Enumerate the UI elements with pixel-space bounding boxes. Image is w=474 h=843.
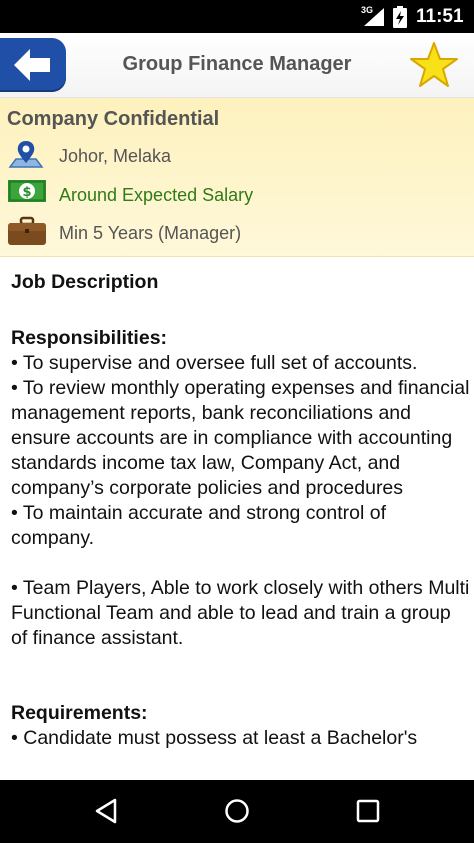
requirement-item: • Candidate must possess at least a Bach… bbox=[11, 727, 418, 749]
salary-row: $ Around Expected Salary bbox=[0, 178, 474, 212]
responsibilities-heading: Responsibilities: bbox=[11, 327, 168, 349]
location-pin-icon bbox=[8, 141, 44, 168]
battery-icon bbox=[393, 6, 407, 28]
responsibility-item: • To maintain accurate and strong contro… bbox=[11, 502, 387, 549]
location-row: Johor, Melaka bbox=[0, 139, 474, 173]
nav-recents-icon[interactable] bbox=[356, 799, 380, 823]
arrow-left-icon bbox=[14, 49, 50, 81]
requirements-heading: Requirements: bbox=[11, 702, 148, 724]
signal-icon bbox=[364, 8, 384, 26]
back-button[interactable] bbox=[0, 38, 66, 92]
nav-back-icon[interactable] bbox=[94, 798, 118, 824]
page-title: Group Finance Manager bbox=[122, 53, 352, 75]
briefcase-icon bbox=[8, 216, 46, 245]
company-name: Company Confidential bbox=[7, 108, 220, 130]
svg-text:$: $ bbox=[22, 185, 31, 200]
clock: 11:51 bbox=[416, 6, 464, 27]
responsibility-item: • Team Players, Able to work closely wit… bbox=[11, 577, 470, 649]
job-description: Job Description Responsibilities: • To s… bbox=[11, 262, 471, 751]
money-icon: $ bbox=[8, 180, 46, 202]
job-salary: Around Expected Salary bbox=[59, 185, 254, 205]
status-bar: 3G 11:51 bbox=[0, 0, 474, 33]
job-location: Johor, Melaka bbox=[59, 146, 172, 166]
experience-row: Min 5 Years (Manager) bbox=[0, 216, 474, 250]
job-experience: Min 5 Years (Manager) bbox=[59, 223, 242, 243]
job-description-heading: Job Description bbox=[11, 271, 159, 293]
system-nav-bar bbox=[0, 780, 474, 843]
app-bar: Group Finance Manager bbox=[0, 33, 474, 98]
responsibility-item: • To supervise and oversee full set of a… bbox=[11, 352, 418, 374]
nav-home-icon[interactable] bbox=[224, 798, 250, 824]
favorite-star-icon[interactable] bbox=[409, 41, 459, 89]
responsibility-item: • To review monthly operating expenses a… bbox=[11, 377, 470, 499]
